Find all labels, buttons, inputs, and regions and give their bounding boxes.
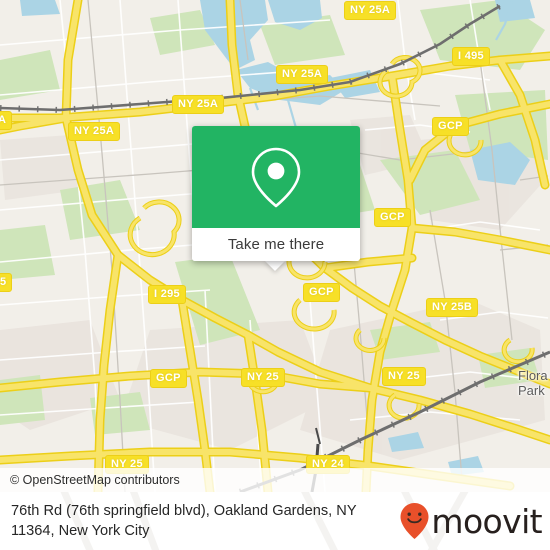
popup-card[interactable]: Take me there — [192, 126, 360, 261]
map-attribution-bar: © OpenStreetMap contributors — [0, 468, 550, 492]
address-line-1: 76th Rd (76th springfield blvd), Oakland… — [11, 503, 357, 519]
road-shield: I 295 — [148, 285, 186, 304]
road-shield: I 495 — [452, 47, 490, 66]
popup-card-pointer — [264, 260, 286, 271]
road-shield: NY 25A — [68, 122, 121, 141]
road-shield: NY 25 — [241, 368, 285, 387]
place-label-line-2: Park — [518, 383, 545, 398]
popup-card-footer[interactable]: Take me there — [192, 228, 360, 261]
road-shield: NY 25B — [426, 298, 479, 317]
map-pin-icon — [251, 147, 301, 208]
place-label-floral-park: Flora Park — [518, 368, 548, 398]
road-shield: NY 25A — [172, 95, 225, 114]
map-canvas[interactable]: NY 25A I 495 NY 25A NY 25A NY 25A A GCP … — [0, 0, 550, 492]
moovit-pin-icon — [400, 503, 429, 539]
road-shield: 5 — [0, 273, 13, 292]
openstreetmap-attribution[interactable]: © OpenStreetMap contributors — [10, 473, 180, 487]
place-label-line-1: Flora — [518, 368, 548, 383]
address-line-2: 11364, New York City — [11, 523, 150, 539]
address-bar: 76th Rd (76th springfield blvd), Oakland… — [0, 492, 550, 550]
moovit-map-screenshot: NY 25A I 495 NY 25A NY 25A NY 25A A GCP … — [0, 0, 550, 550]
take-me-there-button[interactable]: Take me there — [228, 236, 324, 253]
moovit-logo[interactable]: moovit — [399, 501, 543, 541]
road-shield: NY 25A — [344, 1, 397, 20]
road-shield: GCP — [303, 283, 340, 302]
popup-card-image — [192, 126, 360, 228]
moovit-wordmark: moovit — [431, 501, 542, 541]
road-shield: NY 25 — [382, 367, 426, 386]
address-text-block: 76th Rd (76th springfield blvd), Oakland… — [0, 501, 357, 541]
road-shield: NY 25A — [276, 65, 329, 84]
road-shield: GCP — [432, 117, 469, 136]
road-shield: A — [0, 111, 13, 130]
road-shield: GCP — [374, 208, 411, 227]
road-shield: GCP — [150, 369, 187, 388]
